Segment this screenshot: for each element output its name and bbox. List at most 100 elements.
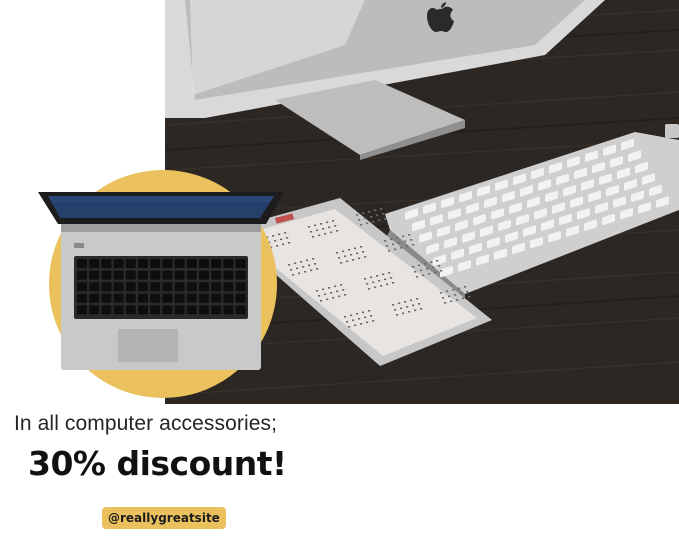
laptop-key — [199, 305, 209, 315]
calendar-day-mark — [370, 216, 373, 218]
calendar-day-mark — [310, 231, 313, 233]
calendar-day-mark — [372, 320, 375, 322]
calendar-day-mark — [362, 212, 365, 215]
calendar-day-mark — [444, 302, 447, 304]
laptop-key — [199, 293, 209, 303]
laptop-key — [89, 305, 100, 315]
calendar-day-mark — [402, 235, 405, 238]
laptop-key — [101, 293, 112, 303]
calendar-day-mark — [440, 292, 443, 294]
laptop-key — [150, 259, 161, 268]
headline-text: In all computer accessories; — [14, 412, 278, 435]
laptop-key — [162, 282, 173, 292]
calendar-day-mark — [356, 252, 359, 255]
calendar-day-mark — [366, 222, 369, 225]
laptop-key — [174, 282, 185, 292]
calendar-day-mark — [306, 259, 309, 262]
calendar-day-mark — [366, 283, 369, 285]
laptop-key — [223, 259, 234, 268]
laptop-key — [223, 293, 234, 303]
calendar-day-mark — [366, 321, 369, 324]
calendar-day-mark — [392, 243, 395, 246]
calendar-day-mark — [460, 292, 463, 295]
calendar-day-mark — [340, 262, 343, 264]
calendar-day-mark — [318, 295, 321, 297]
calendar-day-mark — [308, 226, 311, 228]
calendar-day-mark — [408, 234, 411, 236]
calendar-day-mark — [446, 290, 449, 293]
laptop-key — [235, 270, 246, 280]
laptop-key — [186, 259, 197, 268]
laptop-key — [101, 305, 112, 315]
calendar-day-mark — [418, 264, 421, 267]
calendar-day-mark — [386, 245, 389, 247]
laptop-key — [223, 282, 234, 292]
calendar-day-mark — [410, 299, 413, 302]
calendar-day-mark — [360, 246, 363, 248]
calendar-day-mark — [318, 234, 321, 237]
calendar-day-mark — [450, 300, 453, 303]
calendar-day-mark — [440, 270, 443, 272]
laptop-key — [101, 270, 112, 280]
calendar-day-mark — [350, 314, 353, 317]
calendar-day-mark — [296, 267, 299, 270]
laptop-key — [138, 270, 148, 280]
laptop-key — [113, 293, 124, 303]
calendar-day-mark — [368, 310, 371, 312]
laptop-key — [162, 293, 173, 303]
calendar-day-mark — [416, 298, 419, 300]
calendar-day-mark — [436, 260, 439, 262]
laptop-key — [89, 259, 100, 268]
calendar-day-mark — [408, 311, 411, 313]
calendar-day-mark — [302, 266, 305, 268]
calendar-day-mark — [412, 304, 415, 307]
laptop-key — [125, 270, 136, 280]
calendar-day-mark — [406, 306, 409, 308]
calendar-day-mark — [426, 268, 429, 270]
calendar-day-mark — [418, 303, 421, 305]
calendar-day-mark — [326, 298, 329, 301]
calendar-day-mark — [438, 265, 441, 267]
calendar-day-mark — [336, 252, 339, 254]
laptop-key — [138, 305, 148, 315]
laptop-key — [162, 259, 173, 268]
calendar-day-mark — [364, 217, 367, 220]
laptop-key — [125, 293, 136, 303]
calendar-day-mark — [378, 280, 381, 282]
calendar-day-mark — [344, 294, 347, 296]
calendar-day-mark — [354, 247, 357, 250]
laptop-key — [113, 259, 124, 268]
calendar-day-mark — [412, 244, 415, 246]
laptop-key — [113, 305, 124, 315]
calendar-day-mark — [316, 229, 319, 232]
calendar-day-mark — [328, 287, 331, 289]
calendar-day-mark — [404, 301, 407, 303]
discount-title: 30% discount! — [28, 444, 287, 483]
calendar-day-mark — [422, 274, 425, 277]
calendar-day-mark — [382, 213, 385, 215]
calendar-day-mark — [420, 308, 423, 310]
calendar-day-mark — [362, 251, 365, 253]
laptop-key — [101, 282, 112, 292]
calendar-day-mark — [346, 321, 349, 323]
calendar-day-mark — [322, 288, 325, 291]
calendar-day-mark — [400, 307, 403, 310]
calendar-day-mark — [300, 261, 303, 263]
laptop-key — [211, 282, 222, 292]
calendar-day-mark — [294, 262, 297, 265]
website-handle-badge[interactable]: @reallygreatsite — [102, 507, 226, 529]
calendar-day-mark — [388, 250, 391, 252]
laptop-key — [89, 270, 100, 280]
laptop-key — [186, 293, 197, 303]
calendar-day-mark — [384, 240, 387, 242]
calendar-day-mark — [332, 297, 335, 299]
calendar-day-mark — [390, 277, 393, 279]
laptop-key — [77, 259, 87, 268]
calendar-day-mark — [376, 275, 379, 277]
laptop-key — [235, 293, 246, 303]
calendar-day-mark — [350, 254, 353, 256]
calendar-day-mark — [322, 228, 325, 230]
calendar-day-mark — [380, 285, 383, 287]
calendar-day-mark — [360, 323, 363, 325]
calendar-day-mark — [402, 312, 405, 315]
